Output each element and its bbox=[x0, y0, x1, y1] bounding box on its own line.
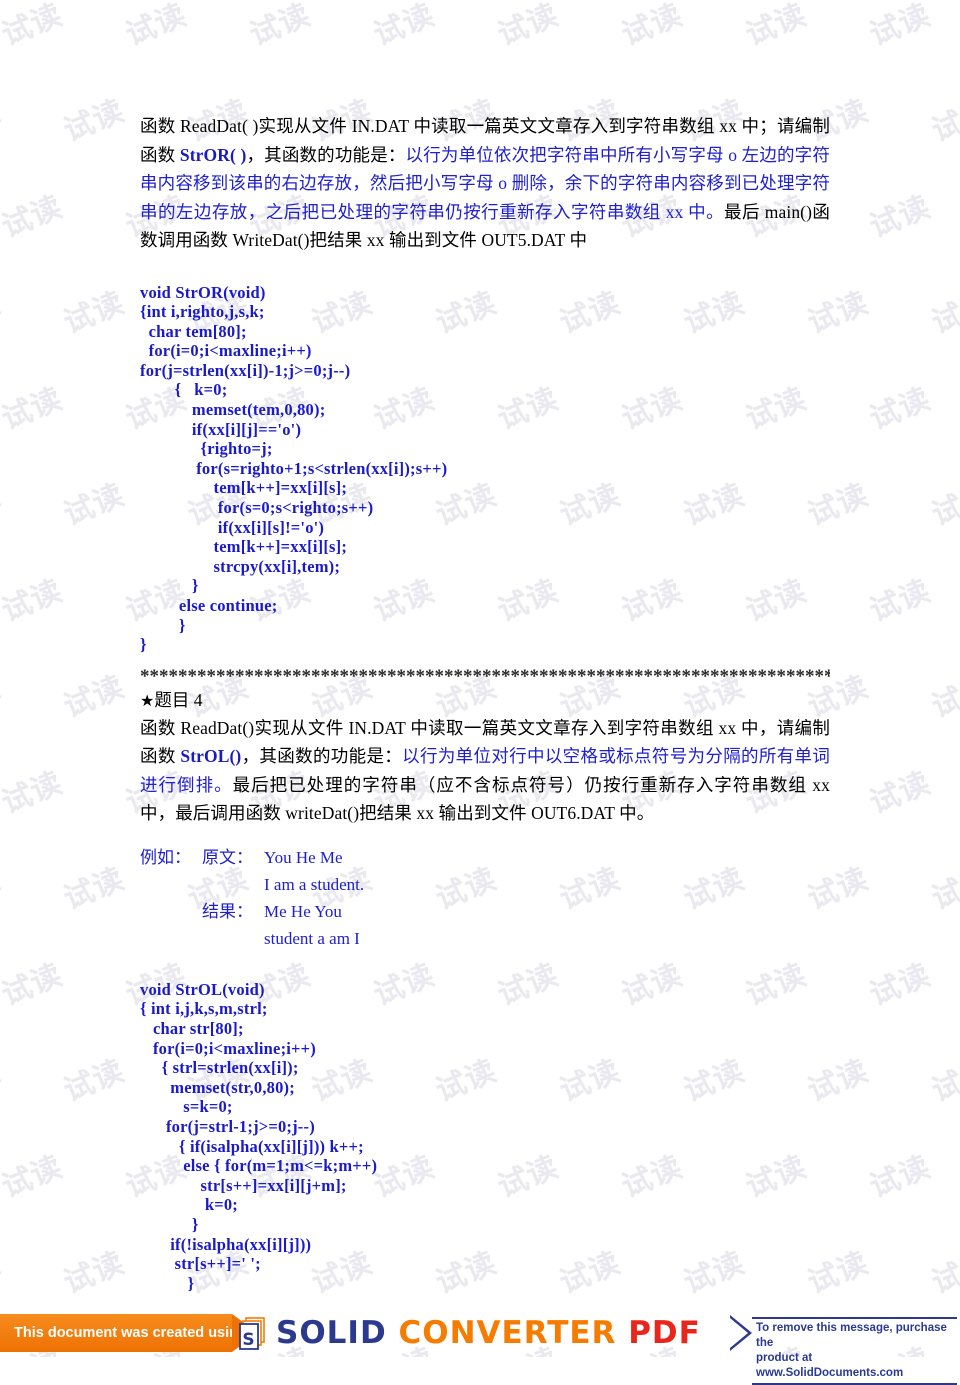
example-source-line-2-row: I am a student. bbox=[140, 871, 830, 898]
notice-wedge-inner-icon bbox=[730, 1318, 748, 1348]
example-source-line-1: You He Me bbox=[264, 847, 343, 867]
brand-solid: SOLID bbox=[276, 1315, 387, 1351]
brand-pdf: PDF bbox=[628, 1315, 701, 1351]
section-separator: ****************************************… bbox=[140, 666, 830, 687]
example-result-row: 结果： Me He You bbox=[140, 898, 830, 925]
example-spacer bbox=[140, 898, 202, 925]
purchase-notice[interactable]: To remove this message, purchase the pro… bbox=[752, 1317, 957, 1385]
problem4-text-part-c: 最后把已处理的字符串（应不含标点符号）仍按行重新存入字符串数组 xx 中，最后调… bbox=[140, 774, 830, 824]
problem3-text-part-b: ，其函数的功能是： bbox=[246, 144, 406, 165]
example-source-row: 例如： 原文： You He Me bbox=[140, 844, 830, 871]
example-source-label: 原文： bbox=[202, 847, 253, 867]
problem4-code-block: void StrOL(void) { int i,j,k,s,m,strl; c… bbox=[140, 979, 378, 1293]
problem4-description: 函数 ReadDat()实现从文件 IN.DAT 中读取一篇英文文章存入到字符串… bbox=[140, 714, 830, 828]
problem4-text-part-b: ，其函数的功能是： bbox=[241, 746, 403, 767]
solid-document-icon: S bbox=[239, 1317, 265, 1350]
brand-converter: CONVERTER bbox=[386, 1315, 629, 1351]
problem4-heading-label: 题目 4 bbox=[154, 689, 203, 710]
example-result-label: 结果： bbox=[202, 901, 253, 921]
created-using-bar: This document was created using bbox=[0, 1314, 247, 1352]
example-result-line-2: student a am I bbox=[264, 928, 360, 948]
brand-wordmark: SOLID CONVERTER PDF bbox=[276, 1316, 701, 1350]
problem3-function-name: StrOR( ) bbox=[179, 144, 247, 165]
purchase-notice-line-1: To remove this message, purchase the bbox=[756, 1322, 947, 1349]
problem4-example-block: 例如： 原文： You He Me I am a student. 结果： Me… bbox=[140, 844, 830, 952]
document-page: 函数 ReadDat( )实现从文件 IN.DAT 中读取一篇英文文章存入到字符… bbox=[0, 0, 960, 1357]
solid-converter-footer-banner: This document was created using S SOLID … bbox=[0, 1309, 960, 1385]
problem4-function-name: StrOL() bbox=[180, 746, 242, 767]
svg-text:S: S bbox=[242, 1330, 254, 1350]
problem4-heading: ★题目 4 bbox=[140, 687, 830, 714]
created-using-label: This document was created using bbox=[14, 1325, 247, 1341]
problem3-description: 函数 ReadDat( )实现从文件 IN.DAT 中读取一篇英文文章存入到字符… bbox=[140, 112, 830, 255]
document-body: 函数 ReadDat( )实现从文件 IN.DAT 中读取一篇英文文章存入到字符… bbox=[140, 112, 830, 1293]
example-source-line-2: I am a student. bbox=[264, 874, 365, 894]
purchase-notice-line-2: product at www.SolidDocuments.com bbox=[756, 1352, 904, 1379]
example-result-line-1: Me He You bbox=[264, 901, 342, 921]
example-label: 例如： bbox=[140, 847, 191, 867]
example-result-line-2-row: student a am I bbox=[140, 925, 830, 952]
problem3-code-block: void StrOR(void) {int i,righto,j,s,k; ch… bbox=[140, 282, 448, 655]
star-icon: ★ bbox=[140, 690, 155, 710]
